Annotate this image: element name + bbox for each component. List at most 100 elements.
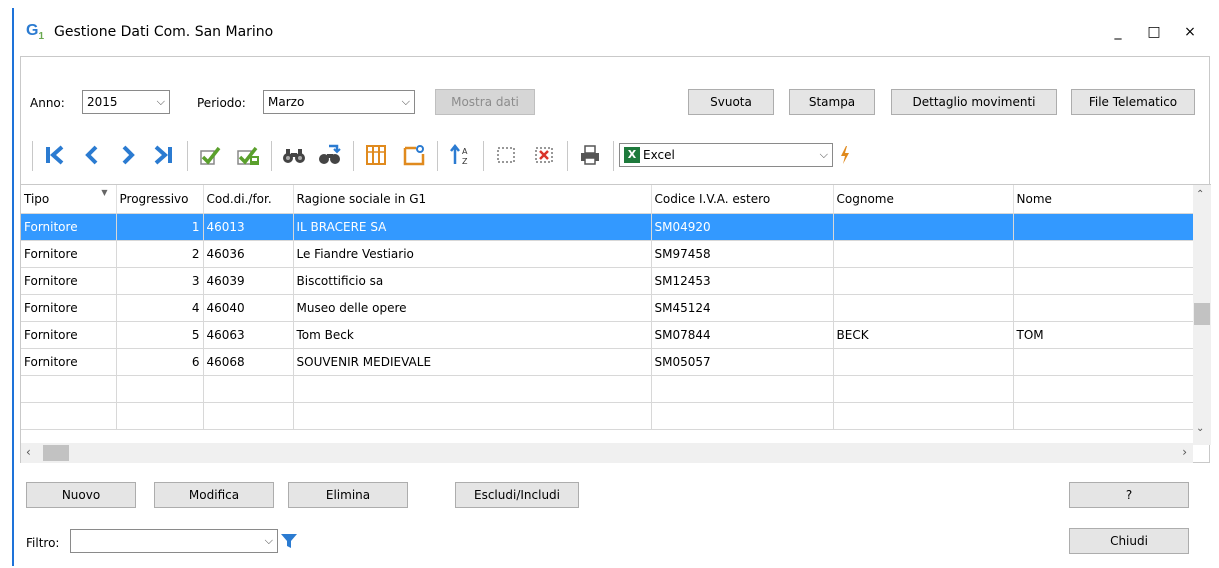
table-cell[interactable]: [1013, 240, 1194, 268]
table-cell[interactable]: 6: [116, 348, 204, 376]
table-cell[interactable]: SOUVENIR MEDIEVALE: [293, 348, 652, 376]
table-cell[interactable]: [651, 375, 834, 403]
export-format-select[interactable]: X Excel ⌵: [619, 143, 833, 167]
table-cell[interactable]: 2: [116, 240, 204, 268]
horizontal-scrollbar[interactable]: ‹ ›: [21, 443, 1193, 463]
table-cell[interactable]: SM12453: [651, 267, 834, 295]
table-cell[interactable]: SM05057: [651, 348, 834, 376]
modifica-button[interactable]: Modifica: [154, 482, 274, 508]
table-row[interactable]: [21, 375, 1194, 403]
last-record-icon[interactable]: [147, 135, 181, 175]
table-cell[interactable]: SM04920: [651, 213, 834, 241]
table-cell[interactable]: [833, 402, 1014, 430]
periodo-select[interactable]: Marzo ⌵: [263, 90, 415, 114]
close-button[interactable]: ×: [1176, 20, 1204, 44]
column-header[interactable]: Codice I.V.A. estero: [651, 185, 834, 214]
table-cell[interactable]: [203, 402, 294, 430]
table-cell[interactable]: [1013, 267, 1194, 295]
table-row[interactable]: Fornitore 3 46039 Biscottificio sa SM12453: [21, 267, 1194, 295]
table-cell[interactable]: BECK: [833, 321, 1014, 349]
table-cell[interactable]: [833, 294, 1014, 322]
table-cell[interactable]: IL BRACERE SA: [293, 213, 652, 241]
table-cell[interactable]: 46063: [203, 321, 294, 349]
table-cell[interactable]: SM45124: [651, 294, 834, 322]
table-cell[interactable]: SM97458: [651, 240, 834, 268]
table-cell[interactable]: [293, 375, 652, 403]
table-cell[interactable]: [116, 375, 204, 403]
column-header[interactable]: Nome: [1013, 185, 1194, 214]
table-row[interactable]: Fornitore 2 46036 Le Fiandre Vestiario SM974…: [21, 240, 1194, 268]
table-cell[interactable]: [1013, 213, 1194, 241]
table-cell[interactable]: [833, 213, 1014, 241]
scroll-right-icon[interactable]: ›: [1182, 445, 1187, 459]
table-row[interactable]: Fornitore 1 46013 IL BRACERE SA SM04920: [21, 213, 1194, 241]
table-cell[interactable]: SM07844: [651, 321, 834, 349]
column-header[interactable]: Progressivo: [116, 185, 204, 214]
table-cell[interactable]: 46068: [203, 348, 294, 376]
table-cell[interactable]: 46036: [203, 240, 294, 268]
lightning-icon[interactable]: [833, 135, 857, 175]
help-button[interactable]: ?: [1069, 482, 1189, 508]
check-save-icon[interactable]: [231, 135, 265, 175]
table-cell[interactable]: Museo delle opere: [293, 294, 652, 322]
table-cell[interactable]: [1013, 294, 1194, 322]
filter-funnel-icon[interactable]: [280, 532, 298, 553]
table-cell[interactable]: [1013, 375, 1194, 403]
table-row[interactable]: Fornitore 5 46063 Tom Beck SM07844 BECK TOM: [21, 321, 1194, 349]
printer-icon[interactable]: [573, 135, 607, 175]
first-record-icon[interactable]: [37, 135, 71, 175]
table-cell[interactable]: TOM: [1013, 321, 1194, 349]
sort-az-icon[interactable]: AZ: [443, 135, 477, 175]
table-cell[interactable]: [1013, 402, 1194, 430]
table-cell[interactable]: 46040: [203, 294, 294, 322]
elimina-button[interactable]: Elimina: [288, 482, 408, 508]
column-header[interactable]: Tipo ▼: [21, 185, 117, 214]
scroll-left-icon[interactable]: ‹: [26, 445, 31, 459]
table-cell[interactable]: 5: [116, 321, 204, 349]
table-cell[interactable]: 46013: [203, 213, 294, 241]
table-cell[interactable]: Fornitore: [21, 321, 117, 349]
table-cell[interactable]: [1013, 348, 1194, 376]
table-row[interactable]: Fornitore 6 46068 SOUVENIR MEDIEVALE SM05057: [21, 348, 1194, 376]
table-cell[interactable]: [203, 375, 294, 403]
table-cell[interactable]: Fornitore: [21, 213, 117, 241]
layout-icon[interactable]: [397, 135, 431, 175]
column-header[interactable]: Cognome: [833, 185, 1014, 214]
svuota-button[interactable]: Svuota: [688, 89, 774, 115]
table-cell[interactable]: 46039: [203, 267, 294, 295]
table-cell[interactable]: [833, 267, 1014, 295]
scroll-thumb[interactable]: [1194, 303, 1210, 325]
table-cell[interactable]: [833, 348, 1014, 376]
table-cell[interactable]: [293, 402, 652, 430]
table-cell[interactable]: 4: [116, 294, 204, 322]
table-cell[interactable]: [21, 375, 117, 403]
column-header[interactable]: Cod.di./for.: [203, 185, 294, 214]
table-cell[interactable]: [651, 402, 834, 430]
file-telematico-button[interactable]: File Telematico: [1071, 89, 1195, 115]
table-cell[interactable]: Le Fiandre Vestiario: [293, 240, 652, 268]
find-next-icon[interactable]: [313, 135, 347, 175]
scroll-down-icon[interactable]: ⌄: [1196, 423, 1204, 434]
chiudi-button[interactable]: Chiudi: [1069, 528, 1189, 554]
mostra-dati-button[interactable]: Mostra dati: [435, 89, 535, 115]
deselect-icon[interactable]: [527, 135, 561, 175]
table-cell[interactable]: 1: [116, 213, 204, 241]
nuovo-button[interactable]: Nuovo: [26, 482, 136, 508]
table-cell[interactable]: Biscottificio sa: [293, 267, 652, 295]
table-cell[interactable]: [21, 402, 117, 430]
filtro-select[interactable]: ⌵: [70, 529, 278, 553]
stampa-button[interactable]: Stampa: [789, 89, 875, 115]
check-icon[interactable]: [193, 135, 227, 175]
table-cell[interactable]: [833, 375, 1014, 403]
select-all-icon[interactable]: [489, 135, 523, 175]
table-row[interactable]: [21, 402, 1194, 430]
maximize-button[interactable]: □: [1140, 20, 1168, 44]
column-header[interactable]: Ragione sociale in G1: [293, 185, 652, 214]
table-cell[interactable]: 3: [116, 267, 204, 295]
table-cell[interactable]: Fornitore: [21, 348, 117, 376]
previous-record-icon[interactable]: [75, 135, 109, 175]
table-cell[interactable]: Fornitore: [21, 294, 117, 322]
table-cell[interactable]: Fornitore: [21, 240, 117, 268]
vertical-scrollbar[interactable]: ⌃ ⌄: [1193, 185, 1211, 445]
table-cell[interactable]: [833, 240, 1014, 268]
